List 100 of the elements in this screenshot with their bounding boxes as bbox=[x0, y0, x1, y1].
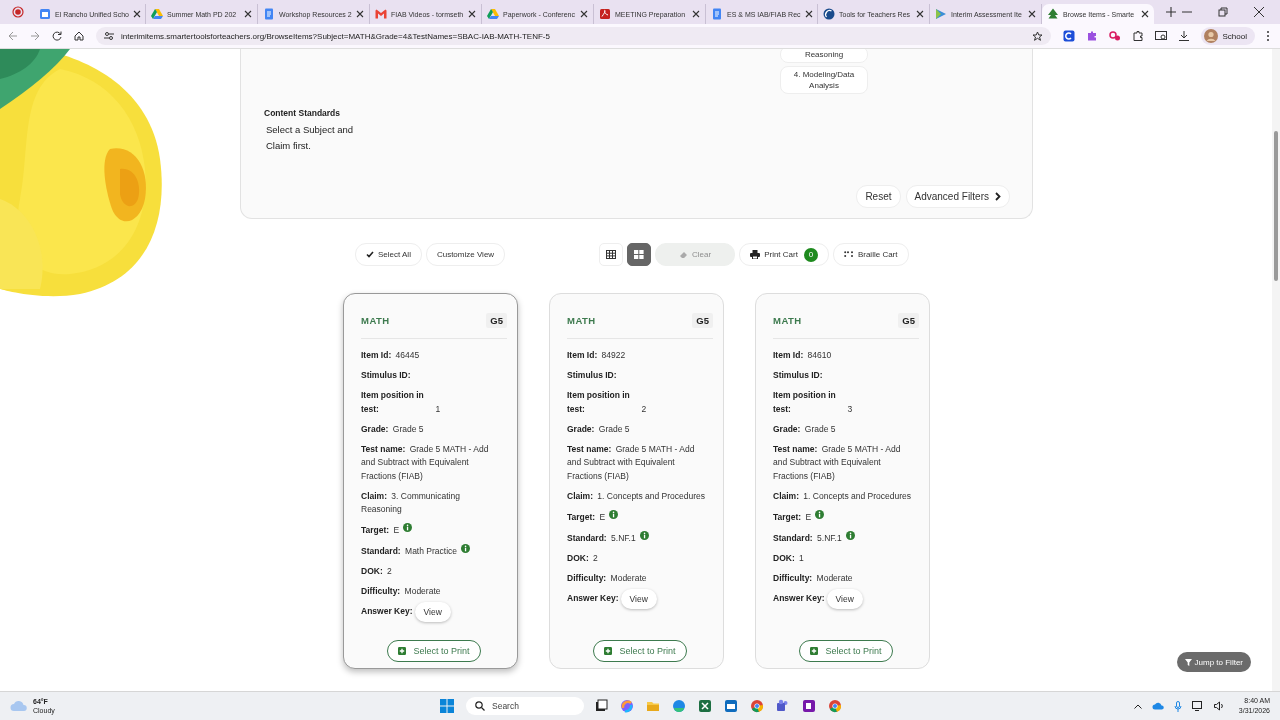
field-text: Test name: Grade 5 MATH - Add and Subtract with Equivalent Fractions (FIAB) bbox=[567, 442, 696, 483]
field-label: Answer Key: bbox=[361, 605, 414, 619]
close-icon[interactable] bbox=[468, 10, 476, 18]
check-icon bbox=[366, 251, 374, 258]
close-icon[interactable] bbox=[916, 10, 924, 18]
select-to-print-button[interactable]: Select to Print bbox=[593, 640, 687, 662]
field-text: Difficulty: Moderate bbox=[361, 585, 441, 598]
grade-badge: G5 bbox=[692, 312, 713, 328]
field-text: Item Id: 84922 bbox=[567, 349, 626, 362]
close-icon[interactable] bbox=[1254, 7, 1264, 17]
close-icon[interactable] bbox=[244, 10, 252, 18]
info-icon[interactable] bbox=[845, 530, 855, 540]
close-icon[interactable] bbox=[580, 10, 588, 18]
chevron-up-icon[interactable] bbox=[1133, 703, 1142, 709]
grade-badge: G5 bbox=[486, 312, 507, 328]
field-text: Test name: Grade 5 MATH - Add and Subtract with Equivalent Fractions (FIAB) bbox=[773, 442, 902, 483]
chevron-right-icon bbox=[995, 192, 1001, 201]
search-field[interactable]: Search bbox=[466, 697, 584, 715]
notebook-icon[interactable] bbox=[802, 699, 816, 713]
field-text: Test name: Grade 5 MATH - Add and Subtract with Equivalent Fractions (FIAB) bbox=[361, 442, 490, 483]
field-text: DOK: 2 bbox=[361, 565, 392, 578]
table-view-button[interactable] bbox=[599, 243, 624, 266]
star-icon[interactable] bbox=[1031, 30, 1043, 42]
customize-view-button[interactable]: Customize View bbox=[425, 243, 506, 266]
info-icon[interactable] bbox=[403, 523, 413, 532]
more-icon[interactable] bbox=[1266, 30, 1270, 42]
plus-square-icon bbox=[810, 647, 819, 655]
close-icon[interactable] bbox=[804, 10, 813, 18]
view-button[interactable]: View bbox=[826, 588, 863, 609]
download-icon[interactable] bbox=[1177, 30, 1190, 42]
close-icon[interactable] bbox=[1028, 10, 1036, 18]
scrollbar[interactable] bbox=[1272, 49, 1280, 691]
task-view-icon[interactable] bbox=[594, 699, 608, 713]
microphone-icon[interactable] bbox=[1173, 700, 1182, 712]
tiles-icon bbox=[634, 250, 645, 259]
field-text: Stimulus ID: bbox=[361, 369, 412, 382]
claim-chip[interactable]: 4. Modeling/Data Analysis bbox=[780, 66, 868, 94]
jump-to-filter-button[interactable]: Jump to Filter bbox=[1176, 652, 1251, 672]
chrome-icon[interactable] bbox=[828, 699, 842, 713]
select-to-print-button[interactable]: Select to Print bbox=[799, 640, 893, 662]
new-tab-icon[interactable] bbox=[1166, 7, 1176, 17]
cloud-icon[interactable] bbox=[1151, 702, 1164, 710]
field-text: Grade: Grade 5 bbox=[361, 422, 424, 436]
field-text: Item position in test: 3 bbox=[773, 389, 853, 416]
chrome-icon[interactable] bbox=[750, 699, 764, 713]
field-text: Stimulus ID: bbox=[567, 369, 618, 382]
info-icon[interactable] bbox=[609, 509, 619, 519]
home-icon[interactable] bbox=[74, 31, 84, 41]
restore-icon[interactable] bbox=[1218, 7, 1228, 17]
media-icon[interactable] bbox=[1154, 30, 1167, 42]
field-label: Answer Key: bbox=[773, 591, 826, 605]
close-icon[interactable] bbox=[692, 10, 700, 18]
advanced-filters-button[interactable]: Advanced Filters bbox=[905, 185, 1010, 208]
close-icon[interactable] bbox=[356, 10, 364, 18]
braille-cart-button[interactable]: Braille Cart bbox=[832, 243, 909, 266]
subject-label: MATH bbox=[567, 314, 596, 326]
spreadsheet-icon[interactable] bbox=[698, 699, 712, 713]
forward-icon[interactable] bbox=[30, 31, 40, 41]
mail-icon bbox=[375, 8, 387, 20]
record-icon[interactable] bbox=[12, 6, 24, 18]
select-all-button[interactable]: Select All bbox=[355, 243, 422, 266]
section-heading: Content Standards bbox=[264, 108, 342, 118]
search-placeholder: Search bbox=[492, 701, 519, 711]
reload-icon[interactable] bbox=[52, 31, 62, 41]
speaker-icon[interactable] bbox=[1213, 701, 1225, 711]
view-button[interactable]: View bbox=[620, 588, 657, 609]
network-icon[interactable] bbox=[1191, 701, 1204, 711]
extension-icon[interactable] bbox=[1062, 30, 1075, 42]
tile-view-button[interactable] bbox=[627, 243, 652, 266]
calendar-icon bbox=[39, 8, 51, 20]
subject-label: MATH bbox=[361, 314, 390, 326]
document-icon bbox=[711, 8, 723, 20]
count-badge: 0 bbox=[803, 247, 818, 262]
site-settings-icon[interactable] bbox=[104, 31, 114, 41]
helper-text: Select a Subject and Claim first. bbox=[265, 123, 355, 153]
scroll-thumb[interactable] bbox=[1274, 131, 1278, 281]
reset-button[interactable]: Reset bbox=[856, 185, 901, 208]
field-text: Difficulty: Moderate bbox=[773, 571, 853, 585]
field-text: Item Id: 46445 bbox=[361, 349, 420, 362]
eraser-icon bbox=[679, 251, 689, 258]
browser-icon[interactable] bbox=[672, 699, 686, 713]
info-icon[interactable] bbox=[461, 544, 470, 553]
field-text: Target: E bbox=[567, 510, 606, 524]
info-icon[interactable] bbox=[815, 509, 825, 519]
profile-button[interactable]: School bbox=[1200, 27, 1255, 45]
subject-label: MATH bbox=[773, 314, 802, 326]
close-icon[interactable] bbox=[1141, 10, 1149, 18]
back-icon[interactable] bbox=[8, 31, 18, 41]
info-icon[interactable] bbox=[639, 530, 649, 540]
print-cart-button[interactable]: Print Cart 0 bbox=[739, 243, 829, 266]
puzzle-icon[interactable] bbox=[1131, 30, 1144, 42]
address-bar[interactable]: interimitems.smartertoolsforteachers.org/BrowseItems?Subject=MATH&Grade=4&TestNames=SBAC-IAB-MATH-TENF-5 bbox=[96, 27, 1051, 45]
avatar-icon bbox=[1203, 29, 1218, 43]
extension-icon[interactable] bbox=[1108, 30, 1121, 42]
claim-chip[interactable]: Reasoning bbox=[780, 49, 868, 63]
close-icon[interactable] bbox=[132, 10, 141, 18]
select-to-print-button[interactable]: Select to Print bbox=[387, 640, 481, 662]
field-text: Grade: Grade 5 bbox=[773, 422, 836, 436]
field-text: Standard: 5.NF.1 bbox=[773, 531, 842, 545]
view-button[interactable]: View bbox=[414, 602, 451, 622]
